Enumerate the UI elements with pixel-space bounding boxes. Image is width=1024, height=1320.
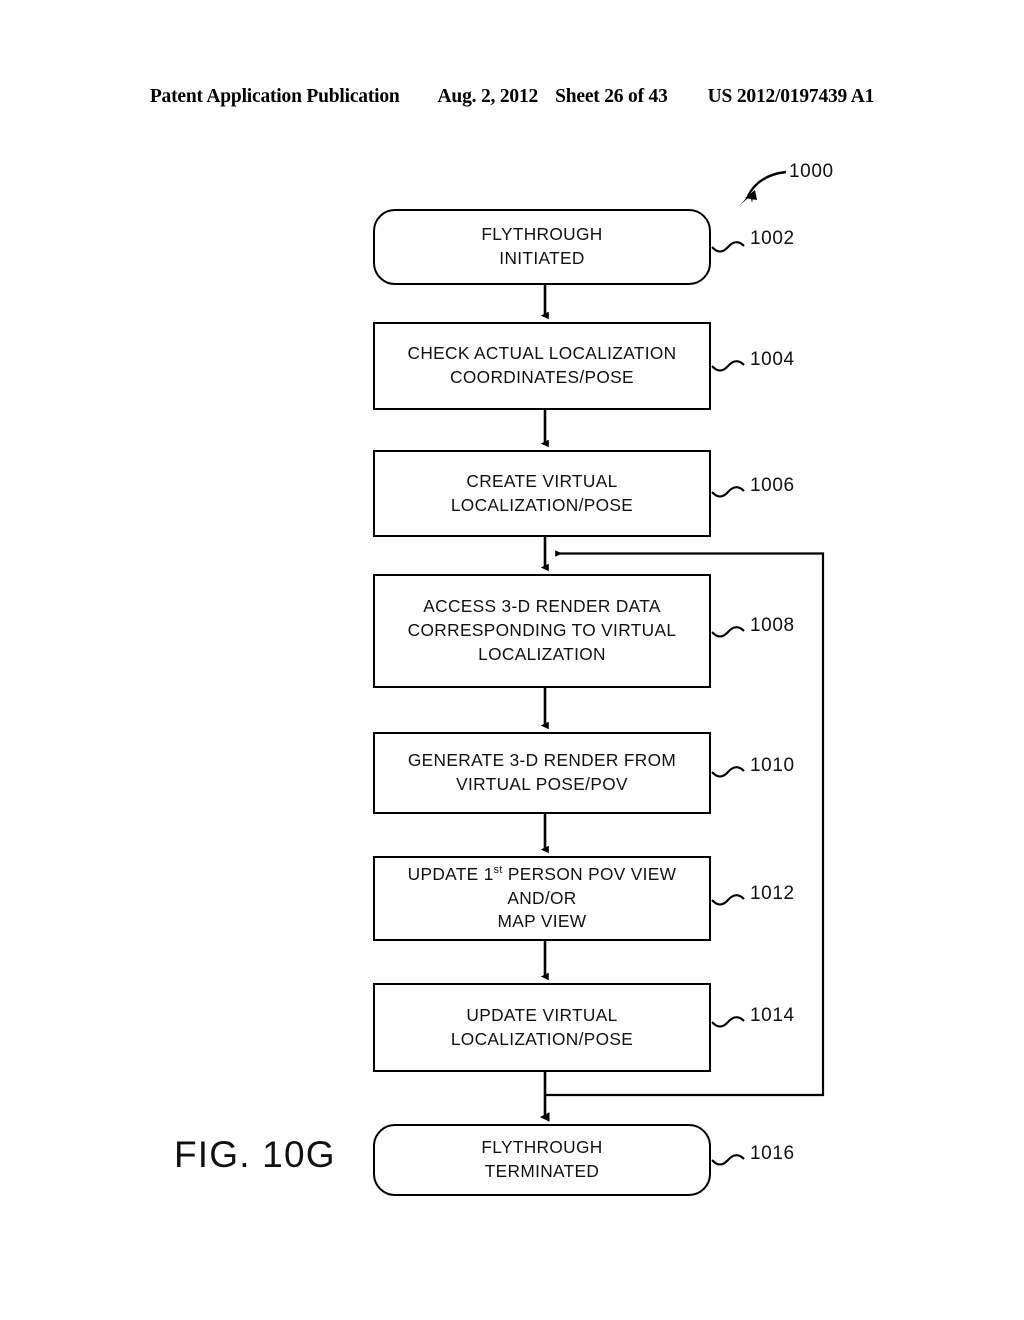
leader-line-1014 (711, 1016, 745, 1028)
flow-node-1010-label: GENERATE 3-D RENDER FROM VIRTUAL POSE/PO… (407, 750, 677, 794)
flow-node-1014-label: UPDATE VIRTUAL LOCALIZATION/POSE (450, 1004, 634, 1049)
flow-node-1002[interactable]: FLYTHROUGH INITIATED (373, 209, 711, 285)
leader-line-1016 (711, 1154, 745, 1166)
ref-number-1014: 1014 (750, 1005, 795, 1026)
leader-line-1008 (711, 626, 745, 638)
ref-number-1016: 1016 (750, 1143, 795, 1164)
flow-node-1016-label: FLYTHROUGH TERMINATED (481, 1137, 603, 1181)
flow-node-1008-label: ACCESS 3-D RENDER DATA CORRESPONDING TO … (407, 596, 677, 664)
leader-line-1002 (711, 241, 745, 253)
ref-number-1002: 1002 (750, 228, 795, 249)
ref-number-1010: 1010 (750, 755, 795, 776)
ref-number-1012: 1012 (750, 883, 795, 904)
flow-node-1016[interactable]: FLYTHROUGH TERMINATED (373, 1124, 711, 1196)
flow-node-1006[interactable]: CREATE VIRTUAL LOCALIZATION/POSE (373, 450, 711, 537)
ref-number-1008: 1008 (750, 615, 795, 636)
ordinal-superscript: st (493, 863, 503, 876)
leader-line-1006 (711, 486, 745, 498)
leader-line-1012 (711, 894, 745, 906)
flow-node-1004-label: CHECK ACTUAL LOCALIZATION COORDINATES/PO… (407, 343, 677, 387)
flow-node-1004[interactable]: CHECK ACTUAL LOCALIZATION COORDINATES/PO… (373, 322, 711, 410)
flow-node-1002-label: FLYTHROUGH INITIATED (481, 224, 603, 268)
flow-node-1012-label: UPDATE 1st PERSON POV VIEW AND/OR MAP VI… (407, 863, 677, 932)
ref-number-1000: 1000 (789, 161, 834, 182)
leader-line-1004 (711, 360, 745, 372)
flow-node-1014[interactable]: UPDATE VIRTUAL LOCALIZATION/POSE (373, 983, 711, 1072)
ref-number-1006: 1006 (750, 475, 795, 496)
patent-figure: FLYTHROUGH INITIATED CHECK ACTUAL LOCALI… (0, 0, 1024, 1320)
flow-node-1006-label: CREATE VIRTUAL LOCALIZATION/POSE (450, 470, 634, 515)
flow-node-1010[interactable]: GENERATE 3-D RENDER FROM VIRTUAL POSE/PO… (373, 732, 711, 814)
leader-line-1010 (711, 766, 745, 778)
flow-node-1008[interactable]: ACCESS 3-D RENDER DATA CORRESPONDING TO … (373, 574, 711, 688)
ref-number-1004: 1004 (750, 349, 795, 370)
figure-caption: FIG. 10G (174, 1134, 336, 1175)
flow-node-1012[interactable]: UPDATE 1st PERSON POV VIEW AND/OR MAP VI… (373, 856, 711, 941)
